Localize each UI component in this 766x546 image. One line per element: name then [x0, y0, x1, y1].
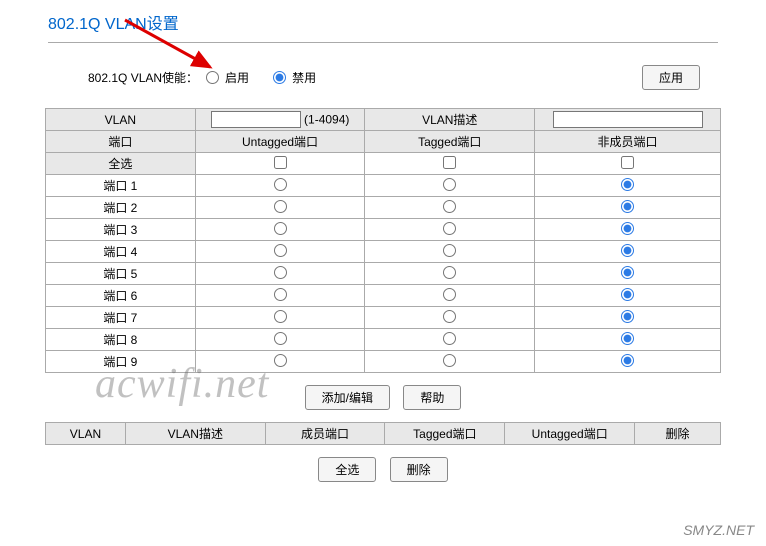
table-row: 端口 3 — [46, 219, 721, 241]
port-nonmember-radio[interactable] — [621, 178, 634, 191]
table-row: 端口 7 — [46, 307, 721, 329]
enable-label: 802.1Q VLAN使能： — [88, 69, 198, 86]
port-tagged-radio[interactable] — [443, 332, 456, 345]
port-nonmember-radio[interactable] — [621, 244, 634, 257]
table-row: 端口 6 — [46, 285, 721, 307]
port-untagged-radio[interactable] — [274, 244, 287, 257]
enable-off-radio[interactable] — [273, 71, 286, 84]
port-label: 端口 4 — [46, 241, 196, 263]
port-tagged-radio[interactable] — [443, 310, 456, 323]
port-tagged-radio[interactable] — [443, 266, 456, 279]
bottom-row: 全选 删除 — [0, 457, 766, 482]
help-button[interactable]: 帮助 — [403, 385, 461, 410]
list-col-member: 成员端口 — [265, 423, 385, 445]
select-all-button[interactable]: 全选 — [318, 457, 376, 482]
port-label: 端口 3 — [46, 219, 196, 241]
col-port-header: 端口 — [46, 131, 196, 153]
list-col-untagged: Untagged端口 — [505, 423, 635, 445]
action-row: 添加/编辑 帮助 — [0, 385, 766, 410]
vlan-config-table: VLAN (1-4094) VLAN描述 端口 Untagged端口 Tagge… — [45, 108, 721, 373]
port-untagged-radio[interactable] — [274, 222, 287, 235]
watermark-bottom: SMYZ.NET — [683, 522, 754, 538]
enable-off-label: 禁用 — [292, 69, 316, 86]
port-tagged-radio[interactable] — [443, 354, 456, 367]
port-nonmember-radio[interactable] — [621, 200, 634, 213]
enable-on-label: 启用 — [225, 69, 249, 86]
port-label: 端口 2 — [46, 197, 196, 219]
table-row: 端口 8 — [46, 329, 721, 351]
select-all-label: 全选 — [46, 153, 196, 175]
col-desc-header: VLAN描述 — [365, 109, 535, 131]
list-col-tagged: Tagged端口 — [385, 423, 505, 445]
vlan-id-input[interactable] — [211, 111, 301, 128]
col-vlanid-header: (1-4094) — [195, 109, 365, 131]
port-label: 端口 1 — [46, 175, 196, 197]
port-nonmember-radio[interactable] — [621, 288, 634, 301]
col-nonmember-header: 非成员端口 — [535, 131, 721, 153]
select-all-nonmember[interactable] — [621, 156, 634, 169]
vlan-desc-input[interactable] — [553, 111, 703, 128]
list-col-desc: VLAN描述 — [125, 423, 265, 445]
col-untagged-header: Untagged端口 — [195, 131, 365, 153]
port-label: 端口 7 — [46, 307, 196, 329]
table-row: 端口 9 — [46, 351, 721, 373]
select-all-untagged[interactable] — [274, 156, 287, 169]
table-row: 端口 5 — [46, 263, 721, 285]
port-nonmember-radio[interactable] — [621, 354, 634, 367]
table-row: 端口 4 — [46, 241, 721, 263]
port-label: 端口 6 — [46, 285, 196, 307]
port-tagged-radio[interactable] — [443, 222, 456, 235]
port-nonmember-radio[interactable] — [621, 332, 634, 345]
port-nonmember-radio[interactable] — [621, 266, 634, 279]
port-tagged-radio[interactable] — [443, 288, 456, 301]
enable-radio-group: 启用 禁用 — [206, 69, 336, 86]
delete-button[interactable]: 删除 — [390, 457, 448, 482]
port-label: 端口 5 — [46, 263, 196, 285]
list-col-delete: 删除 — [635, 423, 721, 445]
col-desc-input-cell — [535, 109, 721, 131]
port-nonmember-radio[interactable] — [621, 222, 634, 235]
port-label: 端口 8 — [46, 329, 196, 351]
table-row: 端口 1 — [46, 175, 721, 197]
port-untagged-radio[interactable] — [274, 354, 287, 367]
vlan-id-hint: (1-4094) — [304, 113, 349, 127]
port-untagged-radio[interactable] — [274, 200, 287, 213]
port-untagged-radio[interactable] — [274, 266, 287, 279]
port-untagged-radio[interactable] — [274, 178, 287, 191]
table-row: 端口 2 — [46, 197, 721, 219]
page-title: 802.1Q VLAN设置 — [0, 0, 766, 42]
apply-button[interactable]: 应用 — [642, 65, 700, 90]
vlan-list-table: VLAN VLAN描述 成员端口 Tagged端口 Untagged端口 删除 — [45, 422, 721, 445]
col-tagged-header: Tagged端口 — [365, 131, 535, 153]
port-tagged-radio[interactable] — [443, 178, 456, 191]
col-vlan-header: VLAN — [46, 109, 196, 131]
enable-on-radio[interactable] — [206, 71, 219, 84]
enable-row: 802.1Q VLAN使能： 启用 禁用 应用 — [0, 43, 766, 108]
port-tagged-radio[interactable] — [443, 244, 456, 257]
port-tagged-radio[interactable] — [443, 200, 456, 213]
port-untagged-radio[interactable] — [274, 310, 287, 323]
select-all-row: 全选 — [46, 153, 721, 175]
port-untagged-radio[interactable] — [274, 288, 287, 301]
port-label: 端口 9 — [46, 351, 196, 373]
port-nonmember-radio[interactable] — [621, 310, 634, 323]
port-untagged-radio[interactable] — [274, 332, 287, 345]
select-all-tagged[interactable] — [443, 156, 456, 169]
list-col-vlan: VLAN — [46, 423, 126, 445]
add-edit-button[interactable]: 添加/编辑 — [305, 385, 390, 410]
